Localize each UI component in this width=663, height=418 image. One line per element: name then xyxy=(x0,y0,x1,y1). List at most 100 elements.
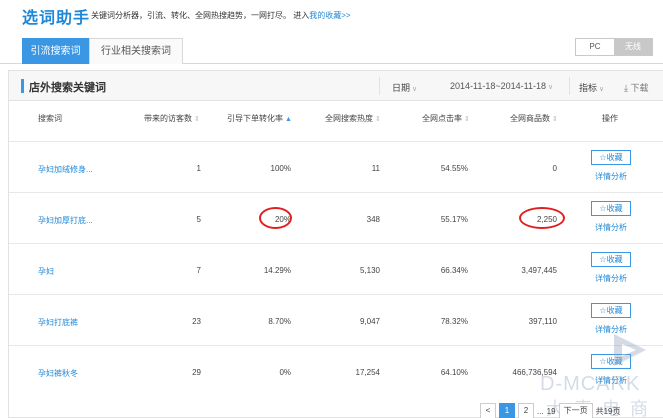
brand-logo-icon xyxy=(614,334,646,366)
table-row: 孕妇加绒修身... 1 100% 11 54.55% 0 ☆收藏 详情分析 xyxy=(9,141,663,192)
panel-title: 店外搜索关键词 xyxy=(29,82,106,94)
metric-label: 指标 xyxy=(579,83,598,93)
favorite-label: 收藏 xyxy=(606,306,623,315)
col-search-heat-label: 全网搜索热度 xyxy=(325,114,373,123)
ctr-cell: 64.10% xyxy=(440,368,468,377)
my-favorites-link[interactable]: 我的收藏>> xyxy=(309,11,350,20)
page-1-button[interactable]: 1 xyxy=(499,403,515,418)
tabs-row: 引流搜索词 行业相关搜索词 xyxy=(0,36,663,64)
conversion-cell: 8.70% xyxy=(268,317,291,326)
page-2-button[interactable]: 2 xyxy=(518,403,534,418)
chevron-down-icon: ∨ xyxy=(548,84,554,91)
keyword-link[interactable]: 孕妇加厚打底... xyxy=(38,215,93,226)
col-goods-label: 全网商品数 xyxy=(510,114,550,123)
favorite-button[interactable]: ☆收藏 xyxy=(591,201,631,216)
star-icon: ☆ xyxy=(599,153,607,162)
visitors-cell: 7 xyxy=(196,266,201,275)
app-title: 选词助手 xyxy=(22,8,91,27)
app-description-text: 关键词分析器，引流、转化、全网热搜趋势，一网打尽。 进入 xyxy=(91,11,310,20)
goods-cell: 3,497,445 xyxy=(521,266,557,275)
sort-icon: ⇕ xyxy=(552,116,558,123)
col-action: 操作 xyxy=(602,114,618,123)
col-search-heat[interactable]: 全网搜索热度 ⇕ xyxy=(325,113,381,124)
col-goods[interactable]: 全网商品数 ⇕ xyxy=(510,113,558,124)
pagination-ellipsis: ... xyxy=(537,406,544,416)
panel-header: 店外搜索关键词 日期 ∨ 2014-11-18~2014-11-18 ∨ 指标 ∨ ⤓… xyxy=(9,71,663,101)
annotation-circle xyxy=(519,207,565,229)
detail-analysis-link[interactable]: 详情分析 xyxy=(595,171,627,182)
goods-cell: 0 xyxy=(552,164,557,173)
conversion-cell: 100% xyxy=(270,164,291,173)
col-conversion-label: 引导下单转化率 xyxy=(227,114,283,123)
chevron-down-icon: ∨ xyxy=(599,86,605,93)
sort-icon: ⇕ xyxy=(375,116,381,123)
sort-icon: ⇕ xyxy=(464,116,470,123)
visitors-cell: 29 xyxy=(192,368,201,377)
topbar: 选词助手 关键词分析器，引流、转化、全网热搜趋势，一网打尽。 进入我的收藏>> xyxy=(0,0,663,30)
visitors-cell: 5 xyxy=(196,215,201,224)
tab-traffic-search-terms[interactable]: 引流搜索词 xyxy=(22,38,89,64)
col-visitors[interactable]: 带来的访客数 ⇕ xyxy=(144,113,200,124)
divider xyxy=(379,77,380,95)
device-pc-button[interactable]: PC xyxy=(576,39,614,55)
keyword-link[interactable]: 孕妇裤秋冬 xyxy=(38,368,78,379)
date-label: 日期 xyxy=(392,83,411,93)
visitors-cell: 1 xyxy=(196,164,201,173)
keyword-link[interactable]: 孕妇加绒修身... xyxy=(38,164,93,175)
col-keyword: 搜索词 xyxy=(38,114,62,123)
detail-analysis-link[interactable]: 详情分析 xyxy=(595,222,627,233)
annotation-circle xyxy=(259,207,292,229)
watermark-text-en: D-MCARK xyxy=(540,373,641,395)
table-row: 孕妇加厚打底... 5 20% 348 55.17% 2,250 ☆收藏 详情分… xyxy=(9,192,663,243)
keyword-link[interactable]: 孕妇 xyxy=(38,266,54,277)
pagination: < 1 2 ... 19 下一页 共19页 xyxy=(480,403,620,418)
download-icon: ⤓ xyxy=(624,83,628,93)
ctr-cell: 54.55% xyxy=(440,164,468,173)
ctr-cell: 55.17% xyxy=(440,215,468,224)
col-visitors-label: 带来的访客数 xyxy=(144,114,192,123)
favorite-button[interactable]: ☆收藏 xyxy=(591,252,631,267)
total-pages: 共19页 xyxy=(595,406,621,416)
divider xyxy=(569,77,570,95)
download-label: 下载 xyxy=(630,83,649,93)
date-dropdown[interactable]: 日期 ∨ xyxy=(392,81,417,94)
table-header: 搜索词 带来的访客数 ⇕ 引导下单转化率 ▲ 全网搜索热度 ⇕ 全网点击率 ⇕ 全网商品… xyxy=(9,113,663,133)
favorite-button[interactable]: ☆收藏 xyxy=(591,150,631,165)
heat-cell: 11 xyxy=(371,164,380,173)
detail-analysis-link[interactable]: 详情分析 xyxy=(595,273,627,284)
metric-dropdown[interactable]: 指标 ∨ xyxy=(579,81,604,94)
panel-accent-bar xyxy=(21,79,24,93)
star-icon: ☆ xyxy=(599,306,607,315)
ctr-cell: 66.34% xyxy=(440,266,468,275)
keyword-link[interactable]: 孕妇打底裤 xyxy=(38,317,78,328)
visitors-cell: 23 xyxy=(192,317,201,326)
favorite-label: 收藏 xyxy=(606,204,623,213)
ctr-cell: 78.32% xyxy=(440,317,468,326)
device-toggle: PC 无线 xyxy=(575,38,653,56)
next-page-button[interactable]: 下一页 xyxy=(558,403,593,418)
sort-asc-icon: ▲ xyxy=(285,116,292,123)
page-19-button[interactable]: 19 xyxy=(547,407,556,416)
star-icon: ☆ xyxy=(599,204,607,213)
device-wireless-button[interactable]: 无线 xyxy=(614,39,652,55)
conversion-cell: 0% xyxy=(279,368,291,377)
chevron-down-icon: ∨ xyxy=(412,86,418,93)
heat-cell: 348 xyxy=(366,215,380,224)
col-ctr[interactable]: 全网点击率 ⇕ xyxy=(422,113,470,124)
sort-icon: ⇕ xyxy=(194,116,200,123)
prev-page-button[interactable]: < xyxy=(480,403,496,418)
star-icon: ☆ xyxy=(599,255,607,264)
favorite-label: 收藏 xyxy=(606,255,623,264)
date-range-text: 2014-11-18~2014-11-18 xyxy=(450,81,546,91)
heat-cell: 5,130 xyxy=(359,266,380,275)
app-description: 关键词分析器，引流、转化、全网热搜趋势，一网打尽。 进入我的收藏>> xyxy=(91,10,351,21)
col-conversion[interactable]: 引导下单转化率 ▲ xyxy=(227,113,292,124)
tab-industry-search-terms[interactable]: 行业相关搜索词 xyxy=(89,38,183,64)
download-button[interactable]: ⤓ 下载 xyxy=(624,81,649,94)
date-range-picker[interactable]: 2014-11-18~2014-11-18 ∨ xyxy=(450,81,553,91)
favorite-label: 收藏 xyxy=(606,153,623,162)
favorite-button[interactable]: ☆收藏 xyxy=(591,303,631,318)
table-row: 孕妇 7 14.29% 5,130 66.34% 3,497,445 ☆收藏 详… xyxy=(9,243,663,294)
conversion-cell: 14.29% xyxy=(263,266,291,275)
col-ctr-label: 全网点击率 xyxy=(422,114,462,123)
